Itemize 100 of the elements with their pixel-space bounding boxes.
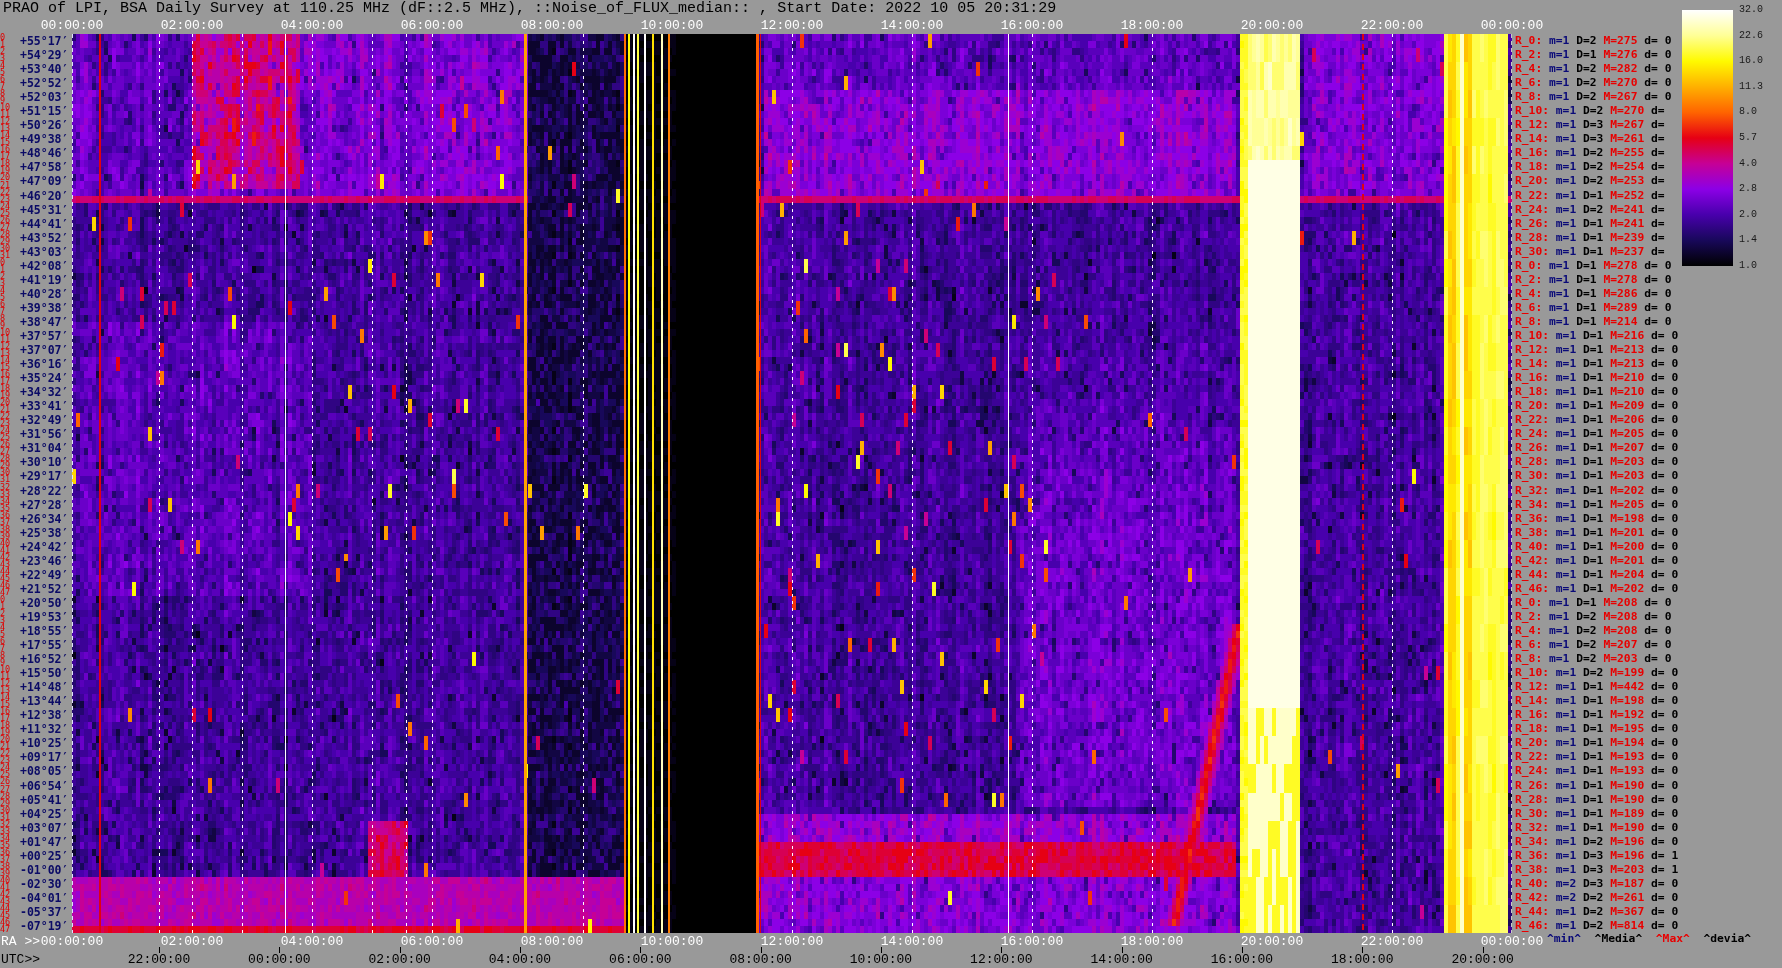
- max-value: M=270: [1610, 105, 1645, 118]
- declination-label: -04°01′: [20, 891, 69, 904]
- declination-label: +37°57′: [20, 330, 69, 342]
- median-value: D=1: [1583, 498, 1604, 511]
- row-index-label: 23: [0, 757, 11, 765]
- median-value: D=1: [1583, 540, 1604, 553]
- declination-label: +10°25′: [20, 737, 69, 750]
- time-label: 00:00:00: [1480, 934, 1544, 949]
- tick-mark: [279, 946, 281, 953]
- time-label: 04:00:00: [488, 951, 552, 967]
- min-value: m=1: [1555, 175, 1577, 188]
- row-index-label: 44: [0, 904, 11, 912]
- row-index-label: 21: [0, 743, 11, 751]
- max-value: M=207: [1603, 639, 1638, 652]
- median-value: D=1: [1583, 456, 1604, 469]
- median-value: D=1: [1576, 301, 1597, 314]
- row-index-label: 1: [0, 602, 6, 610]
- min-value: m=1: [1555, 540, 1577, 553]
- declination-label: +05°41′: [20, 793, 69, 806]
- min-value: m=1: [1555, 189, 1577, 202]
- deviation-value: d= 0: [1651, 905, 1679, 918]
- max-value: M=205: [1610, 428, 1645, 441]
- median-value: D=1: [1583, 189, 1604, 202]
- time-label: 06:00:00: [400, 934, 464, 949]
- row-index-label: 26: [0, 441, 11, 449]
- row-index-label: 1: [0, 265, 6, 273]
- time-label: 00:00:00: [40, 934, 104, 949]
- median-value: D=1: [1583, 217, 1604, 230]
- deviation-value: d= 0: [1651, 779, 1679, 792]
- time-label: 12:00:00: [969, 951, 1034, 967]
- deviation-value: d= 0: [1644, 49, 1672, 62]
- median-value: D=1: [1583, 723, 1604, 736]
- declination-label: +45°31′: [20, 203, 69, 216]
- time-label: 04:00:00: [280, 18, 344, 33]
- declination-label: +33°41′: [20, 400, 69, 413]
- row-label: R_12:: [1515, 119, 1549, 132]
- declination-label: +20°50′: [20, 596, 69, 609]
- declination-label: +12°38′: [20, 709, 69, 722]
- row-index-label: 22: [0, 188, 11, 196]
- max-value: M=192: [1610, 709, 1645, 722]
- row-index-label: 24: [0, 764, 11, 772]
- legend-label: ^min^: [1547, 933, 1581, 945]
- row-index-label: 16: [0, 708, 11, 716]
- max-value: M=196: [1610, 835, 1645, 848]
- legend-label: ^Media^: [1594, 933, 1643, 945]
- deviation-value: d= 0: [1651, 793, 1679, 806]
- row-index-label: 6: [0, 300, 6, 308]
- row-index-label: 27: [0, 223, 11, 231]
- median-value: D=2: [1583, 161, 1604, 174]
- deviation-value: d=: [1651, 231, 1665, 244]
- max-value: M=239: [1610, 231, 1645, 244]
- min-value: m=1: [1555, 793, 1577, 806]
- max-value: M=209: [1610, 400, 1645, 413]
- deviation-value: d= 0: [1644, 273, 1672, 286]
- row-label: R_20:: [1515, 175, 1549, 188]
- declination-label: +46°20′: [20, 189, 69, 202]
- deviation-value: d= 0: [1644, 35, 1672, 47]
- max-value: M=201: [1610, 554, 1645, 567]
- row-index-label: 35: [0, 841, 11, 849]
- row-index-label: 29: [0, 799, 11, 807]
- median-value: D=2: [1576, 653, 1597, 666]
- row-label: R_38:: [1515, 863, 1549, 876]
- median-value: D=1: [1583, 779, 1604, 792]
- deviation-value: d= 0: [1644, 315, 1672, 328]
- max-value: M=198: [1610, 695, 1645, 708]
- row-label: R_6:: [1515, 301, 1543, 314]
- tick-mark: [399, 946, 401, 953]
- row-label: R_42:: [1515, 891, 1549, 904]
- deviation-value: d=: [1651, 133, 1665, 146]
- row-index-label: 30: [0, 806, 11, 814]
- deviation-value: d= 0: [1651, 330, 1679, 342]
- median-value: D=1: [1576, 273, 1597, 286]
- declination-label: +48°46′: [20, 147, 69, 160]
- time-label: 00:00:00: [247, 951, 312, 967]
- time-label: 08:00:00: [520, 18, 584, 33]
- declination-label: +47°58′: [20, 161, 69, 174]
- row-label: R_6:: [1515, 639, 1543, 652]
- median-value: D=2: [1583, 147, 1604, 160]
- max-value: M=214: [1603, 315, 1638, 328]
- row-index-label: 27: [0, 785, 11, 793]
- time-label: 20:00:00: [1240, 18, 1304, 33]
- max-value: M=203: [1610, 863, 1645, 876]
- row-index-label: 36: [0, 511, 11, 519]
- row-index-label: 3: [0, 616, 6, 624]
- max-value: M=205: [1610, 498, 1645, 511]
- scale-label: 5.7: [1739, 131, 1757, 144]
- time-label: 12:00:00: [760, 934, 824, 949]
- min-value: m=1: [1549, 91, 1570, 104]
- row-index-label: 15: [0, 139, 11, 147]
- median-value: D=1: [1583, 245, 1604, 258]
- min-value: m=1: [1549, 287, 1570, 300]
- row-index-label: 3: [0, 279, 6, 287]
- min-value: m=1: [1555, 667, 1577, 680]
- tick-mark: [1001, 946, 1003, 953]
- time-label: 14:00:00: [880, 934, 944, 949]
- median-value: D=1: [1583, 807, 1604, 820]
- row-label: R_0:: [1515, 35, 1543, 47]
- row-label: R_36:: [1515, 512, 1549, 525]
- declination-label: +51°15′: [20, 105, 69, 118]
- declination-label: +04°25′: [20, 807, 69, 820]
